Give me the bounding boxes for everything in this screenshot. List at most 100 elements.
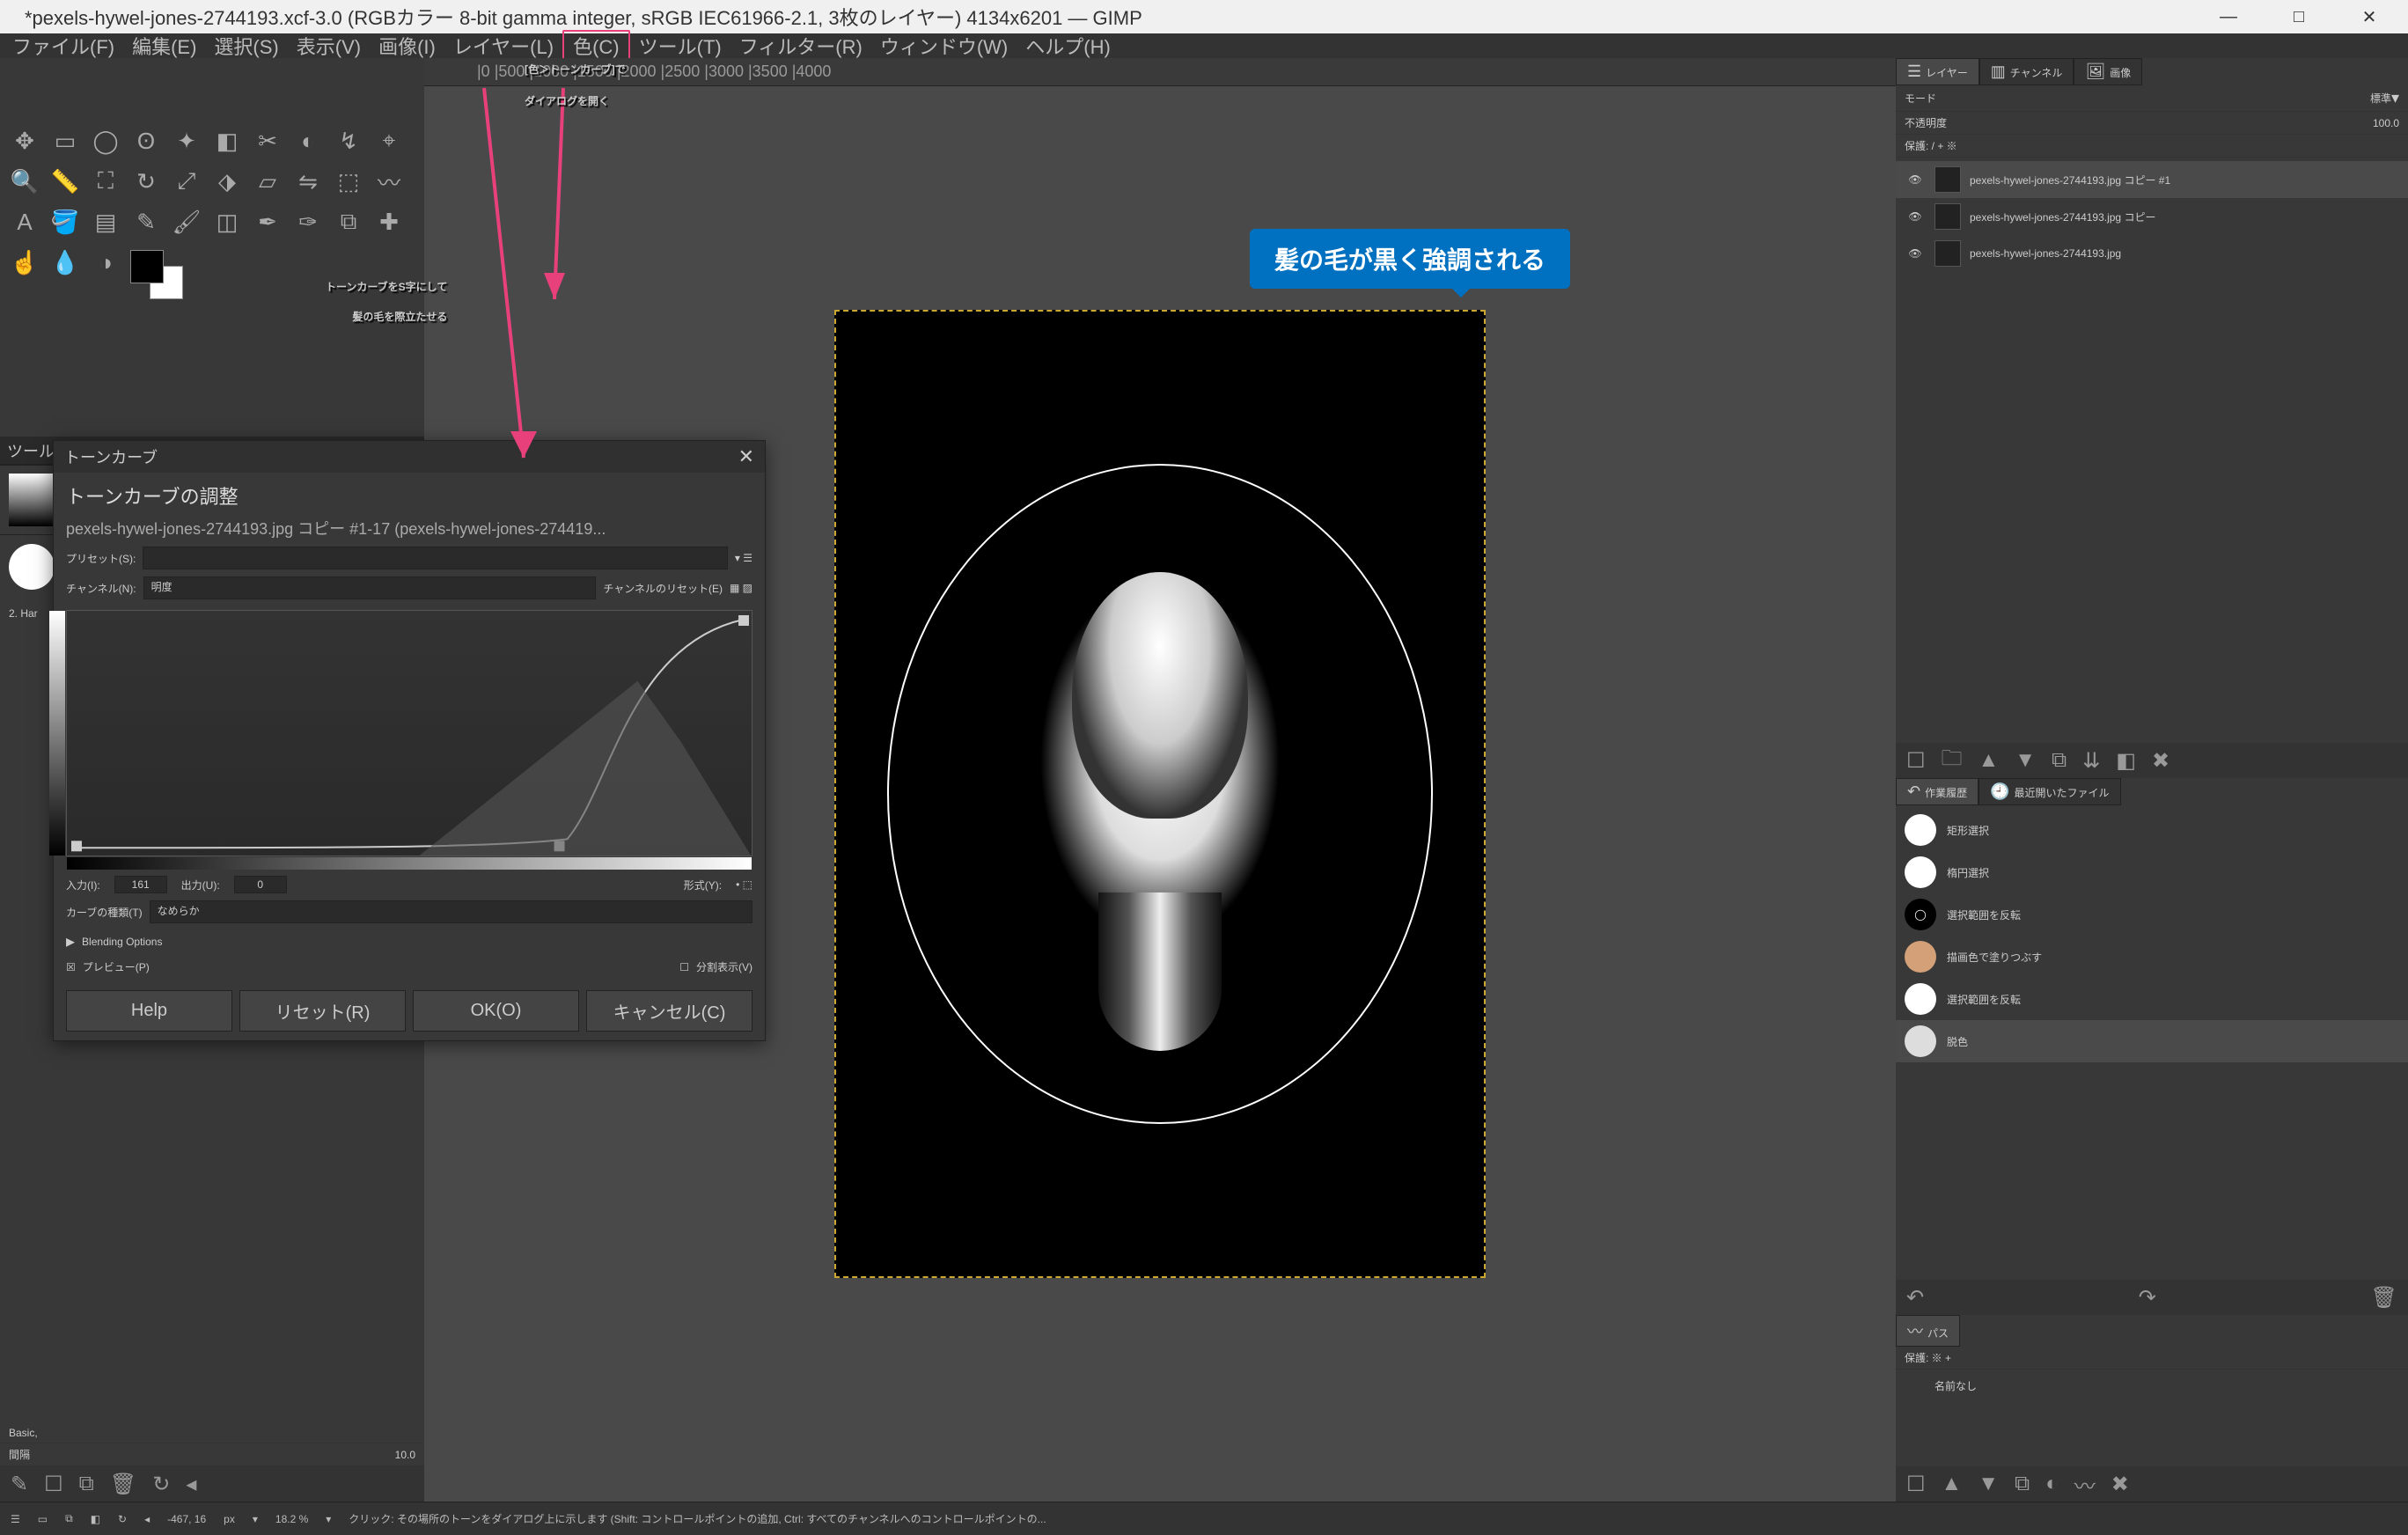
sb-mask-icon[interactable]: ◧ xyxy=(91,1513,100,1525)
rect-select-tool[interactable]: ▭ xyxy=(46,121,84,160)
cancel-button[interactable]: キャンセル(C) xyxy=(586,990,752,1032)
layers-tab[interactable]: ☰ レイヤー xyxy=(1896,58,1979,85)
lasso-tool[interactable]: ʘ xyxy=(127,121,165,160)
rotate-tool[interactable]: ↻ xyxy=(127,162,165,201)
ok-button[interactable]: OK(O) xyxy=(413,990,579,1032)
paths-tool[interactable]: ↯ xyxy=(329,121,368,160)
menu-view[interactable]: 表示(V) xyxy=(288,32,370,60)
eye-icon[interactable]: 👁 xyxy=(1905,173,1926,186)
path-up-icon[interactable]: ▲ xyxy=(1942,1472,1963,1496)
menu-select[interactable]: 選択(S) xyxy=(205,32,287,60)
warp-tool[interactable]: 〰 xyxy=(370,162,408,201)
sb-menu-icon[interactable]: ◂ xyxy=(144,1513,150,1525)
format-buttons[interactable]: • ⬚ xyxy=(736,878,752,891)
output-field[interactable] xyxy=(234,876,287,893)
curve-kind-dropdown[interactable]: なめらか xyxy=(150,900,752,923)
move-tool[interactable]: ✥ xyxy=(5,121,44,160)
heal-tool[interactable]: ✚ xyxy=(370,202,408,241)
scissors-tool[interactable]: ✂ xyxy=(248,121,287,160)
zoom-tool[interactable]: 🔍 xyxy=(5,162,44,201)
dup-layer-icon[interactable]: ⧉ xyxy=(2052,748,2067,773)
channel-dropdown[interactable]: 明度 xyxy=(143,577,597,599)
mode-value[interactable]: 標準 xyxy=(2370,91,2391,106)
del-icon[interactable]: 🗑 xyxy=(110,1472,136,1497)
bucket-tool[interactable]: 🪣 xyxy=(46,202,84,241)
layer-item[interactable]: 👁pexels-hywel-jones-2744193.jpg xyxy=(1896,235,2408,272)
picker-tool[interactable]: ⌖ xyxy=(370,121,408,160)
close-button[interactable]: ✕ xyxy=(2334,0,2404,33)
channel-reset-button[interactable]: チャンネルのリセット(E) xyxy=(603,581,723,596)
brush-tool[interactable]: 🖌 xyxy=(167,202,206,241)
redo-icon[interactable]: ↷ xyxy=(2139,1285,2156,1311)
eye-icon[interactable]: 👁 xyxy=(1905,247,1926,260)
delete-layer-icon[interactable]: ✖ xyxy=(2152,748,2169,774)
dialog-close-icon[interactable]: ✕ xyxy=(738,445,754,468)
menu-tools[interactable]: ツール(T) xyxy=(630,32,730,60)
eye-icon[interactable]: 👁 xyxy=(1905,210,1926,223)
spacing-value[interactable]: 10.0 xyxy=(395,1449,415,1461)
menu-image[interactable]: 画像(I) xyxy=(370,32,444,60)
layer-item[interactable]: 👁pexels-hywel-jones-2744193.jpg コピー #1 xyxy=(1896,161,2408,198)
preset-menu-icon[interactable]: ▾ ☰ xyxy=(735,552,752,564)
dup-icon[interactable]: ⧉ xyxy=(79,1472,94,1496)
edit-icon[interactable]: ✎ xyxy=(11,1472,28,1497)
preset-dropdown[interactable] xyxy=(143,547,728,569)
path-dup-icon[interactable]: ⧉ xyxy=(2015,1472,2030,1496)
text-tool[interactable]: A xyxy=(5,202,44,241)
images-tab[interactable]: 🖼 画像 xyxy=(2074,58,2142,85)
fg-bg-swatch[interactable] xyxy=(130,250,183,299)
input-field[interactable] xyxy=(114,876,167,893)
paths-tab[interactable]: 〰 パス xyxy=(1896,1315,1960,1347)
zoom-dropdown[interactable]: 18.2 % xyxy=(275,1513,308,1525)
new-path-icon[interactable]: ☐ xyxy=(1906,1472,1926,1497)
menu-windows[interactable]: ウィンドウ(W) xyxy=(871,32,1017,60)
brush-thumb[interactable] xyxy=(9,544,55,590)
path-item[interactable]: 名前なし xyxy=(1896,1370,2408,1401)
recent-tab[interactable]: 🕘 最近開いたファイル xyxy=(1979,778,2120,805)
maximize-button[interactable]: □ xyxy=(2264,0,2334,33)
menu-help[interactable]: ヘルプ(H) xyxy=(1017,32,1120,60)
mask-icon[interactable]: ◧ xyxy=(2116,748,2136,774)
eraser-tool[interactable]: ◫ xyxy=(208,202,246,241)
refresh-icon[interactable]: ↻ xyxy=(152,1472,170,1497)
group-icon[interactable]: 🗀 xyxy=(1942,743,1963,779)
measure-tool[interactable]: 📏 xyxy=(46,162,84,201)
split-checkbox[interactable]: 分割表示(V) xyxy=(696,959,752,974)
blur-tool[interactable]: 💧 xyxy=(46,243,84,282)
history-item[interactable]: 選択範囲を反転 xyxy=(1896,978,2408,1020)
opacity-value[interactable]: 100.0 xyxy=(2373,117,2399,129)
dodge-tool[interactable]: ◑ xyxy=(86,243,125,282)
new-icon[interactable]: ☐ xyxy=(44,1472,63,1497)
ink-tool[interactable]: ✑ xyxy=(289,202,327,241)
menu-filters[interactable]: フィルター(R) xyxy=(730,32,871,60)
sb-icon[interactable]: ☰ xyxy=(11,1513,20,1525)
gradient-tool[interactable]: ▤ xyxy=(86,202,125,241)
unit-dropdown[interactable]: px xyxy=(224,1513,235,1525)
shear-tool[interactable]: ⬗ xyxy=(208,162,246,201)
clone-tool[interactable]: ⧉ xyxy=(329,202,368,241)
scale-tool[interactable]: ⤢ xyxy=(167,162,206,201)
menu-file[interactable]: ファイル(F) xyxy=(4,32,123,60)
fuzzy-select-tool[interactable]: ✦ xyxy=(167,121,206,160)
sb-refresh-icon[interactable]: ↻ xyxy=(118,1513,127,1525)
path-down-icon[interactable]: ▼ xyxy=(1978,1472,1999,1496)
merge-icon[interactable]: ⇊ xyxy=(2082,748,2100,774)
curve-editor[interactable] xyxy=(66,610,752,856)
up-icon[interactable]: ▲ xyxy=(1979,748,2000,773)
pencil-tool[interactable]: ✎ xyxy=(127,202,165,241)
histogram-type-icon[interactable]: ▦ ▨ xyxy=(730,582,752,594)
history-item[interactable]: 矩形選択 xyxy=(1896,809,2408,851)
path-del-icon[interactable]: ✖ xyxy=(2111,1472,2129,1497)
canvas[interactable] xyxy=(834,310,1486,1278)
blending-options[interactable]: Blending Options xyxy=(82,936,162,948)
by-color-tool[interactable]: ◧ xyxy=(208,121,246,160)
crop-tool[interactable]: ⛶ xyxy=(86,162,125,201)
cage-tool[interactable]: ⬚ xyxy=(329,162,368,201)
menu-edit[interactable]: 編集(E) xyxy=(123,32,205,60)
channels-tab[interactable]: ▥ チャンネル xyxy=(1979,58,2074,85)
ellipse-select-tool[interactable]: ◯ xyxy=(86,121,125,160)
perspective-tool[interactable]: ▱ xyxy=(248,162,287,201)
undo-tab[interactable]: ↶ 作業履歴 xyxy=(1896,778,1979,805)
history-item[interactable]: ◯選択範囲を反転 xyxy=(1896,893,2408,936)
minimize-button[interactable]: — xyxy=(2193,0,2264,33)
